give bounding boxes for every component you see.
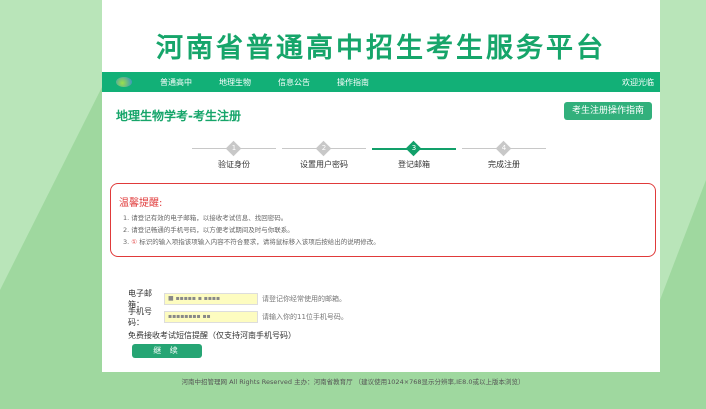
registration-form: 电子邮箱： ■ ▪▪▪▪▪ ▪ ▪▪▪▪ 请登记你经常使用的邮箱。 手机号码： ▪▪▪…: [128, 289, 348, 344]
site-title: 河南省普通高中招生考生服务平台: [156, 33, 606, 64]
bg-decoration: [0, 0, 102, 290]
page-title: 地理生物学考-考生注册: [116, 109, 241, 123]
notice-item: 3. ① 标识的输入项指该项输入内容不符合要求，请将鼠标移入该项后按给出的说明修…: [119, 236, 647, 248]
step-label: 登记邮箱: [398, 160, 430, 169]
notice-item: 1. 请登记有效的电子邮箱，以接收考试信息、找回密码。: [123, 214, 288, 222]
notice-item-number: 3.: [123, 238, 130, 246]
sms-reminder-label: 免费接收考试短信提醒（仅支持河南手机号码）: [128, 330, 296, 340]
welcome-text: 欢迎光临: [622, 77, 654, 87]
step-number: 3: [411, 144, 417, 152]
nav-item-announcements[interactable]: 信息公告: [278, 77, 310, 88]
email-input[interactable]: ■ ▪▪▪▪▪ ▪ ▪▪▪▪: [164, 293, 258, 305]
main-panel: 河南省普通高中招生考生服务平台 普通高中 地理生物 信息公告 操作指南 欢迎光临…: [102, 0, 660, 372]
warning-icon: ①: [131, 238, 138, 246]
registration-guide-button[interactable]: 考生注册操作指南: [563, 102, 652, 120]
step-label: 设置用户密码: [300, 160, 348, 169]
nav-item-guide[interactable]: 操作指南: [337, 77, 369, 88]
nav-item-high-school[interactable]: 普通高中: [160, 77, 192, 88]
continue-button[interactable]: 继 续: [132, 344, 202, 358]
step-number: 2: [321, 144, 327, 152]
notice-title: 温馨提醒:: [119, 198, 163, 209]
notice-item-text: 标识的输入项指该项输入内容不符合要求，请将鼠标移入该项后按给出的说明修改。: [139, 238, 380, 246]
notice-box: 温馨提醒: 1. 请登记有效的电子邮箱，以接收考试信息、找回密码。 2. 请登记…: [110, 183, 656, 257]
phone-input[interactable]: ▪▪▪▪▪▪▪▪ ▪▪: [164, 311, 258, 323]
bg-decoration: [660, 0, 706, 300]
step-label: 完成注册: [488, 160, 520, 169]
phone-hint: 请输入你的11位手机号码。: [262, 313, 348, 321]
logo-icon: [116, 77, 132, 87]
nav-bar: 普通高中 地理生物 信息公告 操作指南 欢迎光临: [102, 72, 660, 92]
phone-label: 手机号码：: [128, 307, 152, 327]
step-number: 4: [501, 144, 507, 152]
footer: 河南中招管理网 All Rights Reserved 主办：河南省教育厅 （建…: [181, 378, 525, 386]
step-label: 验证身份: [218, 160, 250, 169]
nav-item-geo-bio[interactable]: 地理生物: [219, 77, 251, 88]
step-number: 1: [231, 144, 237, 152]
notice-item: 2. 请登记畅通的手机号码，以方便考试期间及时与你联系。: [123, 226, 294, 234]
email-hint: 请登记你经常使用的邮箱。: [262, 295, 346, 303]
